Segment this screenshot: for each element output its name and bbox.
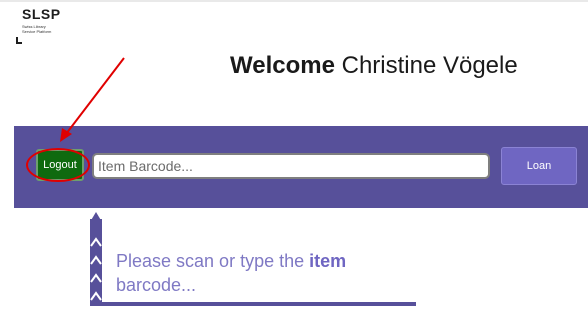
hint-underline [90, 302, 416, 306]
item-barcode-input[interactable] [92, 153, 490, 179]
checkout-toolbar: Logout Loan [14, 126, 588, 208]
top-divider [0, 0, 588, 2]
page: SLSP Swiss Library Service Platform Welc… [0, 0, 588, 310]
scan-instruction: Please scan or type the item barcode... [116, 249, 406, 297]
slsp-logo: SLSP Swiss Library Service Platform [14, 6, 74, 44]
welcome-heading: Welcome Christine Vögele [230, 52, 518, 80]
hint-bracket-bar [90, 219, 102, 305]
logo-mark-base [16, 42, 22, 44]
loan-button[interactable]: Loan [501, 147, 577, 185]
scan-instruction-text-2: barcode... [116, 275, 197, 295]
welcome-prefix: Welcome [230, 52, 335, 79]
logo-subtitle-line-2: Service Platform [22, 29, 52, 34]
scan-instruction-text: Please scan or type the [116, 251, 310, 271]
scan-instruction-emphasis: item [309, 251, 347, 271]
user-name: Christine Vögele [341, 52, 518, 79]
logout-button[interactable]: Logout [36, 149, 84, 181]
logo-title: SLSP [22, 6, 61, 22]
